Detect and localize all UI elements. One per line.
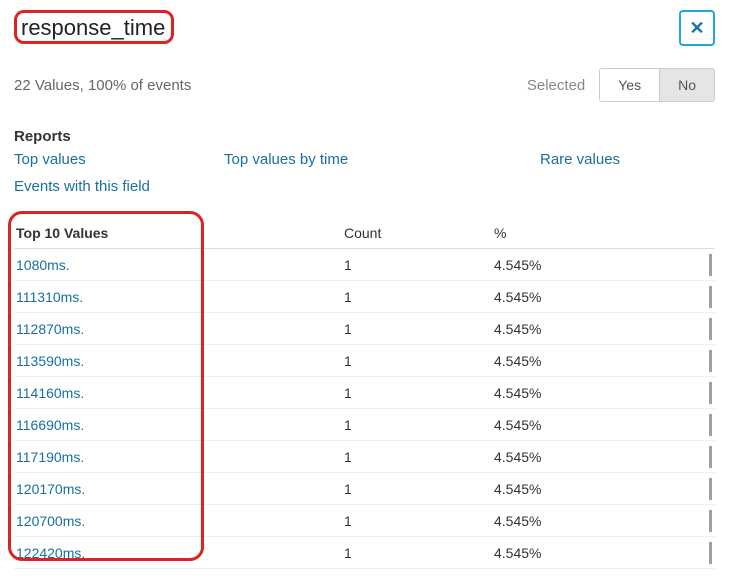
- count-cell: 1: [344, 481, 494, 497]
- percent-cell: 4.545%: [494, 481, 664, 497]
- percent-bar: [709, 318, 712, 340]
- link-events-with-field[interactable]: Events with this field: [14, 178, 150, 195]
- table-row: 122420ms. 14.545%: [14, 537, 715, 569]
- count-cell: 1: [344, 449, 494, 465]
- value-link[interactable]: 116690ms.: [16, 417, 84, 433]
- percent-bar: [709, 350, 712, 372]
- table-row: 114160ms. 14.545%: [14, 377, 715, 409]
- count-cell: 1: [344, 289, 494, 305]
- percent-cell: 4.545%: [494, 513, 664, 529]
- reports-heading: Reports: [14, 128, 715, 145]
- table-header: Top 10 Values Count %: [14, 217, 715, 249]
- count-cell: 1: [344, 545, 494, 561]
- selected-toggle: Yes No: [599, 68, 715, 102]
- value-link[interactable]: 122420ms.: [16, 545, 85, 561]
- value-link[interactable]: 120170ms.: [16, 481, 85, 497]
- values-summary: 22 Values, 100% of events: [14, 77, 191, 94]
- percent-bar: [709, 382, 712, 404]
- link-top-values-by-time[interactable]: Top values by time: [224, 151, 540, 168]
- value-link[interactable]: 1080ms.: [16, 257, 70, 273]
- close-icon: ✕: [689, 18, 704, 39]
- table-row: 120170ms. 14.545%: [14, 473, 715, 505]
- value-link[interactable]: 117190ms.: [16, 449, 84, 465]
- count-cell: 1: [344, 385, 494, 401]
- count-cell: 1: [344, 257, 494, 273]
- percent-cell: 4.545%: [494, 449, 664, 465]
- percent-cell: 4.545%: [494, 385, 664, 401]
- count-cell: 1: [344, 513, 494, 529]
- link-rare-values[interactable]: Rare values: [540, 151, 620, 168]
- value-link[interactable]: 114160ms.: [16, 385, 84, 401]
- selected-label: Selected: [527, 77, 585, 94]
- selected-group: Selected Yes No: [527, 68, 715, 102]
- percent-cell: 4.545%: [494, 289, 664, 305]
- percent-cell: 4.545%: [494, 545, 664, 561]
- percent-cell: 4.545%: [494, 417, 664, 433]
- percent-cell: 4.545%: [494, 257, 664, 273]
- value-link[interactable]: 112870ms.: [16, 321, 84, 337]
- percent-bar: [709, 478, 712, 500]
- percent-bar: [709, 254, 712, 276]
- percent-bar: [709, 542, 712, 564]
- percent-bar: [709, 446, 712, 468]
- link-top-values[interactable]: Top values: [14, 151, 224, 168]
- field-title: response_time: [21, 15, 165, 40]
- close-button[interactable]: ✕: [679, 10, 715, 46]
- percent-bar: [709, 414, 712, 436]
- table-row: 113590ms. 14.545%: [14, 345, 715, 377]
- table-row: 111310ms. 14.545%: [14, 281, 715, 313]
- value-link[interactable]: 120700ms.: [16, 513, 85, 529]
- title-highlight: response_time: [14, 10, 174, 44]
- table-row: 120700ms. 14.545%: [14, 505, 715, 537]
- value-link[interactable]: 111310ms.: [16, 289, 83, 305]
- table-row: 117190ms. 14.545%: [14, 441, 715, 473]
- header-values: Top 10 Values: [14, 225, 344, 241]
- percent-bar: [709, 510, 712, 532]
- count-cell: 1: [344, 353, 494, 369]
- count-cell: 1: [344, 321, 494, 337]
- count-cell: 1: [344, 417, 494, 433]
- value-link[interactable]: 113590ms.: [16, 353, 84, 369]
- header-count: Count: [344, 225, 494, 241]
- percent-cell: 4.545%: [494, 353, 664, 369]
- percent-bar: [709, 286, 712, 308]
- selected-yes-button[interactable]: Yes: [600, 69, 659, 101]
- table-row: 112870ms. 14.545%: [14, 313, 715, 345]
- table-row: 1080ms. 14.545%: [14, 249, 715, 281]
- table-row: 116690ms. 14.545%: [14, 409, 715, 441]
- selected-no-button[interactable]: No: [659, 69, 714, 101]
- header-percent: %: [494, 225, 664, 241]
- values-table: Top 10 Values Count % 1080ms.14.545%1113…: [14, 217, 715, 569]
- percent-cell: 4.545%: [494, 321, 664, 337]
